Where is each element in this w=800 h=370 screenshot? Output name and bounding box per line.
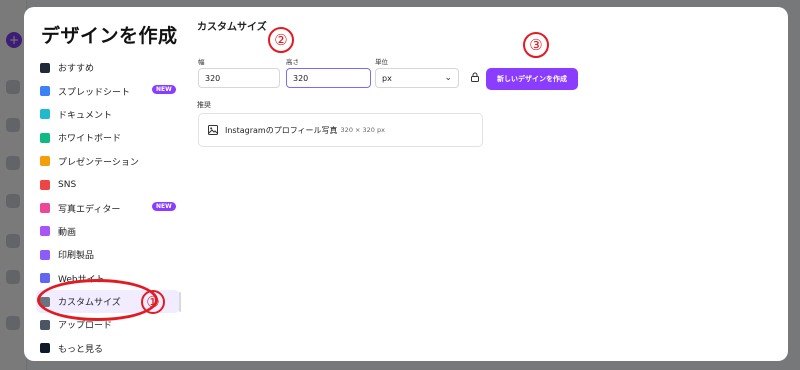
unit-label: 単位: [375, 58, 388, 66]
image-icon: [208, 125, 218, 135]
menu-item-more[interactable]: もっと見る: [40, 337, 180, 360]
menu-item-presentation[interactable]: プレゼンテーション: [40, 150, 180, 173]
heart-icon: [40, 179, 50, 190]
recommend-item-label: Instagramのプロフィール写真: [225, 125, 338, 135]
unit-select[interactable]: px ⌄: [375, 68, 459, 88]
custom-size-panel: カスタムサイズ 幅 320 高さ 320 単位 px ⌄ 新しいデザインを作成 …: [194, 7, 788, 361]
new-badge: NEW: [152, 202, 176, 212]
height-label: 高さ: [286, 58, 299, 66]
spreadsheet-icon: [40, 86, 50, 97]
menu-item-document[interactable]: ドキュメント: [40, 103, 180, 126]
create-new-design-button[interactable]: 新しいデザインを作成: [486, 68, 578, 90]
annotation-2: ②: [268, 27, 294, 53]
print-icon: [40, 249, 50, 260]
menu-item-label: おすすめ: [58, 64, 95, 75]
chevron-down-icon: ⌄: [444, 73, 452, 83]
camera-icon: [40, 203, 50, 214]
recommend-item-dimensions: 320 × 320 px: [340, 126, 385, 134]
presentation-icon: [40, 156, 50, 167]
menu-item-camera[interactable]: 写真エディター NEW: [40, 196, 180, 219]
menu-item-label: 写真エディター: [58, 204, 121, 215]
annotation-1: ①: [141, 290, 165, 314]
menu-item-heart[interactable]: SNS: [40, 173, 180, 196]
menu-item-label: もっと見る: [58, 344, 104, 355]
menu-item-label: 印刷製品: [58, 251, 95, 262]
menu-item-label: 動画: [58, 227, 77, 238]
menu-item-print[interactable]: 印刷製品: [40, 243, 180, 266]
annotation-3: ③: [523, 32, 549, 58]
menu-item-sparkle[interactable]: おすすめ: [40, 56, 180, 79]
lock-icon[interactable]: [470, 72, 480, 82]
menu-item-label: スプレッドシート: [58, 87, 131, 98]
height-input[interactable]: 320: [286, 68, 371, 88]
unit-value: px: [382, 73, 392, 83]
website-icon: [40, 273, 50, 284]
new-badge: NEW: [152, 85, 176, 95]
menu-item-label: ドキュメント: [58, 110, 113, 121]
menu-item-whiteboard[interactable]: ホワイトボード: [40, 126, 180, 149]
menu-item-video[interactable]: 動画: [40, 220, 180, 243]
custom-size-heading: カスタムサイズ: [197, 22, 267, 33]
upload-cloud-icon: [40, 319, 50, 330]
width-input[interactable]: 320: [198, 68, 280, 88]
video-icon: [40, 226, 50, 237]
whiteboard-icon: [40, 132, 50, 143]
sparkle-icon: [40, 62, 50, 73]
more-icon: [40, 343, 50, 354]
modal-title: デザインを作成: [41, 25, 178, 47]
document-icon: [40, 109, 50, 120]
menu-item-label: プレゼンテーション: [58, 157, 139, 168]
recommend-item-instagram[interactable]: Instagramのプロフィール写真 320 × 320 px: [198, 113, 483, 147]
width-label: 幅: [198, 58, 205, 66]
recommend-label: 推奨: [197, 101, 211, 109]
annotation-ellipse: [37, 279, 158, 321]
menu-item-spreadsheet[interactable]: スプレッドシート NEW: [40, 79, 180, 102]
menu-item-label: SNS: [58, 179, 77, 190]
menu-item-label: ホワイトボード: [58, 134, 122, 145]
menu-scrollbar[interactable]: [179, 292, 181, 312]
